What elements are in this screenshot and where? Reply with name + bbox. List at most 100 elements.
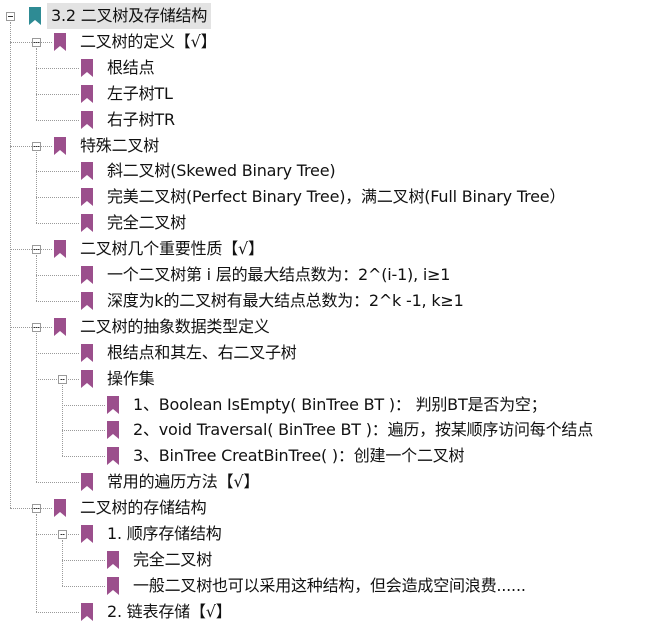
purple-bookmark-icon: [81, 110, 93, 129]
tree-node-label: 完全二叉树: [133, 549, 213, 569]
purple-bookmark-icon: [54, 136, 66, 155]
tree-connector: [36, 534, 79, 535]
tree-connector: [36, 482, 79, 484]
tree-root[interactable]: 3.2 二叉树及存储结构: [0, 3, 646, 29]
tree-node[interactable]: 常用的遍历方法【√】: [0, 469, 646, 495]
tree-connector: [10, 249, 52, 251]
tree-connector: [36, 275, 79, 276]
purple-bookmark-icon: [81, 473, 93, 492]
tree-connector: [62, 456, 105, 458]
tree-node-label: 右子树TR: [107, 109, 175, 129]
tree-node-label: 根结点: [107, 57, 155, 77]
tree-node-label: 一个二叉树第 i 层的最大结点数为：2^(i-1), i≥1: [107, 265, 451, 284]
purple-bookmark-icon: [107, 395, 119, 414]
tree-connector: [36, 378, 79, 380]
tree-connector: [62, 404, 105, 406]
tree-node[interactable]: 完全二叉树: [0, 210, 646, 236]
tree-node[interactable]: 深度为k的二叉树有最大结点总数为：2^k -1, k≥1: [0, 288, 646, 314]
tree-connector: [36, 197, 79, 199]
tree-node[interactable]: 二叉树几个重要性质【√】: [0, 236, 646, 262]
tree-node[interactable]: 完美二叉树(Perfect Binary Tree)，满二叉树(Full Bin…: [0, 184, 646, 210]
tree-connector: [36, 514, 37, 612]
tree-node[interactable]: 2. 链表存储【√】: [0, 599, 646, 625]
purple-bookmark-icon: [81, 369, 93, 388]
tree-node-label: 完美二叉树(Perfect Binary Tree)，满二叉树(Full Bin…: [107, 187, 566, 207]
teal-bookmark-icon: [29, 7, 41, 25]
tree-connector: [10, 508, 52, 510]
purple-bookmark-icon: [107, 576, 119, 595]
tree-node-label: 二叉树几个重要性质【√】: [80, 239, 264, 259]
purple-bookmark-icon: [54, 32, 66, 51]
tree-connector: [62, 540, 63, 586]
tree-node[interactable]: 左子树TL: [0, 81, 646, 107]
tree-connector: [36, 67, 79, 69]
tree-node[interactable]: 斜二叉树(Skewed Binary Tree): [0, 158, 646, 184]
purple-bookmark-icon: [54, 317, 66, 336]
tree-node-label: 斜二叉树(Skewed Binary Tree): [107, 161, 336, 181]
tree-node-label: 操作集: [107, 368, 155, 388]
tree-connector: [36, 93, 79, 95]
root-title: 3.2 二叉树及存储结构: [47, 3, 212, 29]
tree-node[interactable]: 二叉树的定义【√】: [0, 29, 646, 55]
tree-connector: [36, 171, 79, 173]
tree-node-label: 根结点和其左、右二叉子树: [107, 342, 297, 362]
tree-node[interactable]: 根结点: [0, 55, 646, 81]
tree-node[interactable]: 右子树TR: [0, 107, 646, 133]
tree-node-label: 特殊二叉树: [80, 135, 160, 155]
tree-node[interactable]: 根结点和其左、右二叉子树: [0, 340, 646, 366]
tree-node[interactable]: 一个二叉树第 i 层的最大结点数为：2^(i-1), i≥1: [0, 262, 646, 288]
tree-connector: [36, 352, 79, 354]
tree-connector: [36, 255, 37, 301]
outline-tree: 3.2 二叉树及存储结构 二叉树的定义【√】根结点左子树TL 右子树TR 特殊二叉树…: [0, 0, 646, 642]
tree-node-label: 3、BinTree CreatBinTree( )：创建一个二叉树: [133, 446, 465, 466]
tree-node-label: 常用的遍历方法【√】: [107, 472, 260, 492]
tree-node-label: 1、Boolean IsEmpty( BinTree BT )： 判别BT是否为…: [133, 394, 547, 414]
tree-node-label: 一般二叉树也可以采用这种结构，但会造成空间浪费......: [133, 575, 526, 595]
tree-node-label: 1. 顺序存储结构: [107, 524, 222, 543]
tree-connector: [62, 384, 63, 457]
purple-bookmark-icon: [81, 266, 93, 284]
tree-connector: [10, 326, 52, 328]
tree-node[interactable]: 二叉树的抽象数据类型定义: [0, 314, 646, 340]
tree-node-label: 完全二叉树: [107, 213, 187, 233]
purple-bookmark-icon: [107, 550, 119, 569]
tree-connector: [36, 119, 79, 121]
purple-bookmark-icon: [81, 58, 93, 77]
tree-connector: [36, 611, 79, 613]
purple-bookmark-icon: [81, 343, 93, 362]
purple-bookmark-icon: [54, 499, 66, 518]
tree-connector: [36, 151, 37, 224]
collapse-minus-icon[interactable]: [6, 12, 15, 21]
tree-node-label: 2. 链表存储【√】: [107, 601, 232, 621]
tree-node-label: 2、void Traversal( BinTree BT )：遍历，按某顺序访问…: [133, 420, 593, 440]
tree-connector: [10, 145, 52, 147]
purple-bookmark-icon: [107, 421, 119, 440]
tree-connector: [62, 559, 105, 561]
tree-connector: [36, 300, 79, 302]
purple-bookmark-icon: [54, 240, 66, 259]
tree-connector: [62, 430, 105, 432]
purple-bookmark-icon: [81, 214, 93, 233]
tree-node-label: 二叉树的存储结构: [80, 498, 207, 518]
tree-node[interactable]: 特殊二叉树: [0, 133, 646, 159]
tree-node[interactable]: 二叉树的存储结构: [0, 495, 646, 521]
purple-bookmark-icon: [81, 291, 93, 310]
tree-connector: [36, 47, 37, 120]
tree-connector: [36, 332, 37, 483]
tree-node-label: 二叉树的定义【√】: [80, 31, 217, 51]
tree-connector: [62, 585, 105, 587]
purple-bookmark-icon: [81, 188, 93, 207]
tree-connector: [10, 22, 11, 509]
tree-connector: [36, 223, 79, 225]
purple-bookmark-icon: [81, 84, 93, 103]
purple-bookmark-icon: [81, 602, 93, 621]
tree-node-label: 左子树TL: [107, 83, 173, 103]
purple-bookmark-icon: [81, 525, 93, 543]
purple-bookmark-icon: [107, 447, 119, 466]
tree-connector: [10, 41, 52, 43]
tree-node[interactable]: 操作集: [0, 366, 646, 392]
tree-node-label: 二叉树的抽象数据类型定义: [80, 316, 270, 336]
tree-node[interactable]: 1. 顺序存储结构: [0, 521, 646, 547]
tree-node-label: 深度为k的二叉树有最大结点总数为：2^k -1, k≥1: [107, 290, 464, 310]
purple-bookmark-icon: [81, 162, 93, 181]
